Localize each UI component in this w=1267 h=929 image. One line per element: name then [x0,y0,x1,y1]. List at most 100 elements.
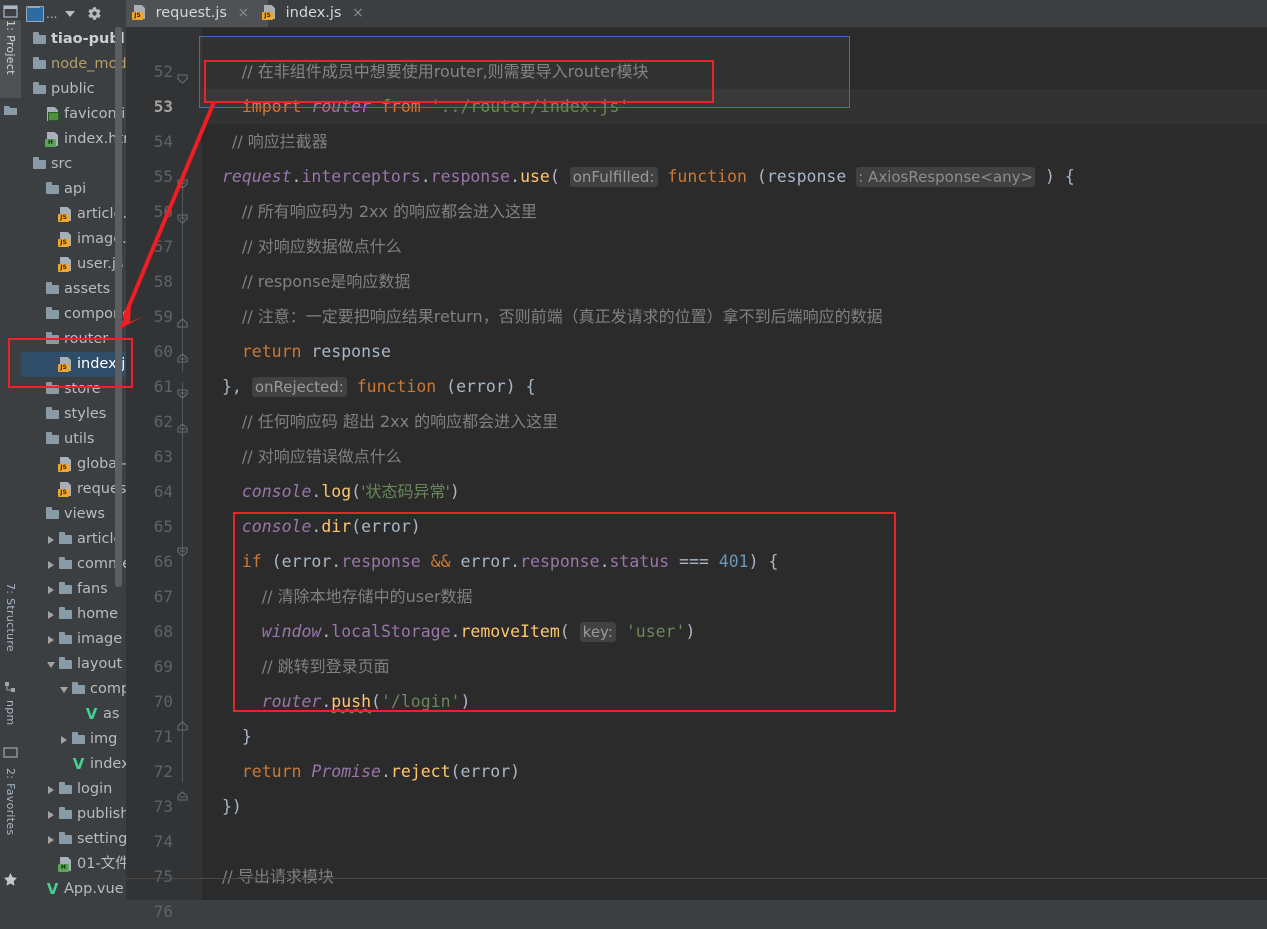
tree-item-layout[interactable]: layout [21,652,126,677]
gear-icon[interactable] [87,6,102,21]
chevron-right-icon[interactable] [47,627,58,652]
code-line-69[interactable]: // 跳转到登录页面 [222,649,390,684]
tree-item-global-b[interactable]: global-b [21,452,126,477]
line-number[interactable]: 59 [133,299,173,334]
tree-item-tiao-publish-a[interactable]: tiao-publish-a [21,27,126,52]
tree-item-home[interactable]: home [21,602,126,627]
tree-item-publish[interactable]: publish [21,802,126,827]
code-line-56[interactable]: // 所有响应码为 2xx 的响应都会进入这里 [222,194,537,229]
line-number[interactable]: 54 [133,124,173,159]
code-line-70[interactable]: router.push('/login') [222,684,471,719]
tree-item-image.js[interactable]: image.js [21,227,126,252]
tree-item-img[interactable]: img [21,727,126,752]
line-number[interactable]: 74 [133,824,173,859]
code-line-68[interactable]: window.localStorage.removeItem( key: 'us… [222,614,695,649]
code-line-75[interactable]: // 导出请求模块 [222,859,334,894]
tree-item-views[interactable]: views [21,502,126,527]
tree-item-assets[interactable]: assets [21,277,126,302]
code-line-72[interactable]: return Promise.reject(error) [222,754,520,789]
close-icon[interactable]: × [352,0,364,27]
code-line-52[interactable]: // 在非组件成员中想要使用router,则需要导入router模块 [222,54,649,89]
line-number[interactable]: 58 [133,264,173,299]
line-number[interactable]: 71 [133,719,173,754]
line-number[interactable]: 67 [133,579,173,614]
code-line-60[interactable]: return response [222,334,391,369]
tree-item-fans[interactable]: fans [21,577,126,602]
tree-item-favicon.ico[interactable]: favicon.ico [21,102,126,127]
chevron-down-icon[interactable] [47,652,58,677]
tool-tab-npm[interactable]: npm [0,700,21,742]
chevron-right-icon[interactable] [47,777,58,802]
tree-item-node_modules[interactable]: node_modules [21,52,126,77]
tree-item-as[interactable]: Vas [21,702,126,727]
fold-marker[interactable] [176,545,189,558]
chevron-right-icon[interactable] [47,552,58,577]
chevron-right-icon[interactable] [60,727,71,752]
tree-item-article.js[interactable]: article.js [21,202,126,227]
code-editor[interactable]: 52 53 54 55 56 57 58 59 60 61 62 63 64 65 66 67 68 69 70 71… [126,27,1267,921]
tree-item-commer[interactable]: commer [21,552,126,577]
code-line-76[interactable]: export default request [222,894,441,900]
line-number[interactable]: 53 [133,89,173,124]
chevron-right-icon[interactable] [47,827,58,852]
code-line-54[interactable]: // 响应拦截器 [222,124,328,159]
tree-item-api[interactable]: api [21,177,126,202]
tree-item-store[interactable]: store [21,377,126,402]
editor-gutter[interactable]: 52 53 54 55 56 57 58 59 60 61 62 63 64 65 66 67 68 69 70 71… [126,27,202,921]
line-number[interactable]: 64 [133,474,173,509]
tree-item-app.vue[interactable]: V App.vue [21,877,126,900]
tree-item-public[interactable]: public [21,77,126,102]
code-line-53[interactable]: import router from '../router/index.js' [222,89,629,124]
fold-marker[interactable] [176,177,189,190]
line-number[interactable]: 73 [133,789,173,824]
editor-tab-index-js[interactable]: index.js × [256,0,388,27]
code-line-61[interactable]: }, onRejected: function (error) { [222,369,536,404]
project-view-icon[interactable] [26,6,44,22]
line-number[interactable]: 57 [133,229,173,264]
code-line-58[interactable]: // response是响应数据 [222,264,411,299]
chevron-right-icon[interactable] [47,602,58,627]
chevron-right-icon[interactable] [47,802,58,827]
line-number[interactable]: 68 [133,614,173,649]
code-line-73[interactable]: }) [222,789,242,824]
code-line-71[interactable]: } [222,719,252,754]
project-scope-label[interactable]: ... [46,8,57,20]
code-line-55[interactable]: request.interceptors.response.use( onFul… [222,159,1075,194]
tree-item-index.html[interactable]: index.html [21,127,126,152]
line-number[interactable]: 61 [133,369,173,404]
code-line-66[interactable]: if (error.response && error.response.sta… [222,544,779,579]
tool-tab-project[interactable]: 1: Project [0,20,21,98]
tree-item-utils[interactable]: utils [21,427,126,452]
line-number[interactable]: 75 [133,859,173,894]
tree-item-comp[interactable]: comp [21,677,126,702]
code-line-67[interactable]: // 清除本地存储中的user数据 [222,579,473,614]
fold-marker[interactable] [176,72,189,85]
code-line-64[interactable]: console.log('状态码异常') [222,474,460,509]
fold-marker[interactable] [176,790,189,803]
tree-item-image[interactable]: image [21,627,126,652]
line-number[interactable]: 52 [133,54,173,89]
tree-item-01-[interactable]: 01-文件夹 [21,852,126,877]
line-number[interactable]: 76 [133,894,173,929]
tree-item-article[interactable]: article [21,527,126,552]
tree-item-request.[interactable]: request. [21,477,126,502]
line-number[interactable]: 66 [133,544,173,579]
tree-item-router[interactable]: router [21,327,126,352]
project-tool-icon[interactable] [3,4,18,19]
code-line-65[interactable]: console.dir(error) [222,509,421,544]
line-number[interactable]: 70 [133,684,173,719]
line-number[interactable]: 63 [133,439,173,474]
line-number[interactable]: 55 [133,159,173,194]
chevron-down-icon[interactable] [60,677,71,702]
chevron-down-icon[interactable] [65,11,75,17]
tree-item-user.js[interactable]: user.js [21,252,126,277]
code-content[interactable]: // 在非组件成员中想要使用router,则需要导入router模块 impor… [202,27,1267,900]
chevron-right-icon[interactable] [47,527,58,552]
fold-marker[interactable] [176,720,189,733]
fold-marker[interactable] [176,387,189,400]
editor-tab-request-js[interactable]: request.js × [126,0,268,27]
tree-item-settings[interactable]: settings [21,827,126,852]
chevron-right-icon[interactable] [47,577,58,602]
tree-item-src[interactable]: src [21,152,126,177]
code-line-59[interactable]: // 注意：一定要把响应结果return，否则前端（真正发请求的位置）拿不到后端… [222,299,883,334]
